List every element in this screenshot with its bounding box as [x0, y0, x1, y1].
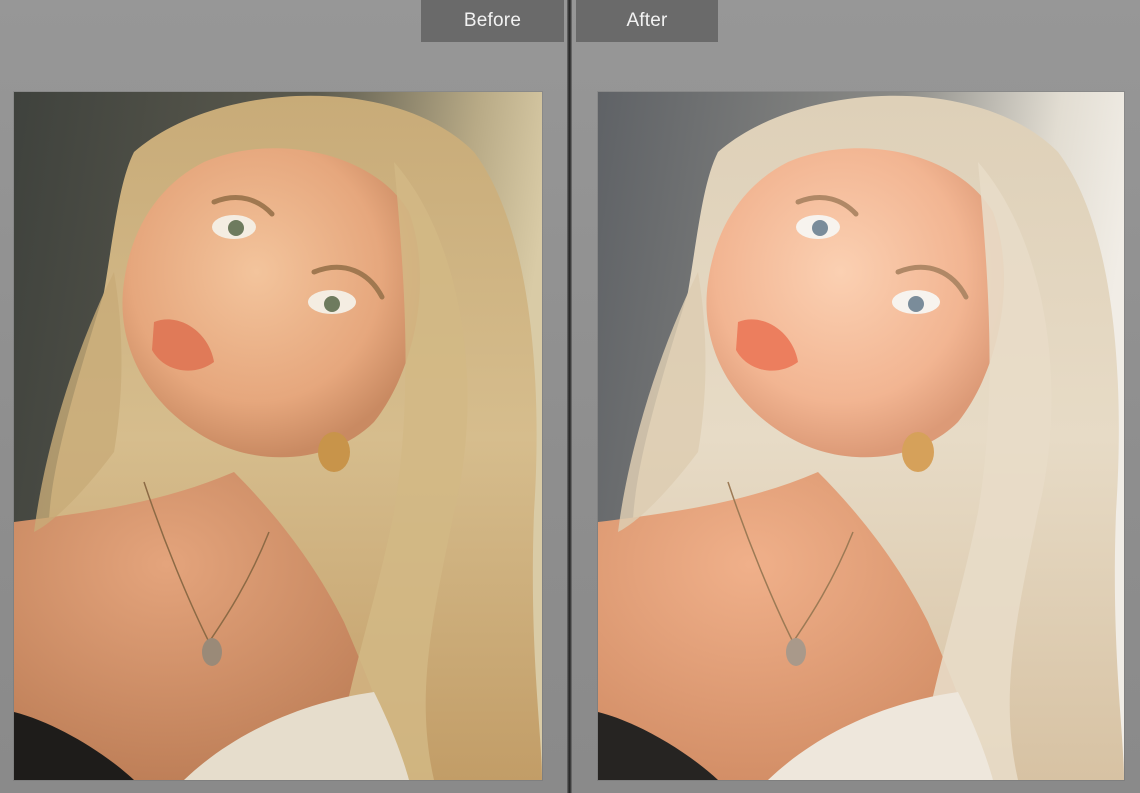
before-after-compare-view: Before After [0, 0, 1140, 793]
after-portrait-image [598, 92, 1124, 780]
after-photo [598, 92, 1124, 780]
before-tab[interactable]: Before [421, 0, 564, 42]
after-tab[interactable]: After [576, 0, 718, 42]
before-photo [14, 92, 542, 780]
before-portrait-image [14, 92, 542, 780]
